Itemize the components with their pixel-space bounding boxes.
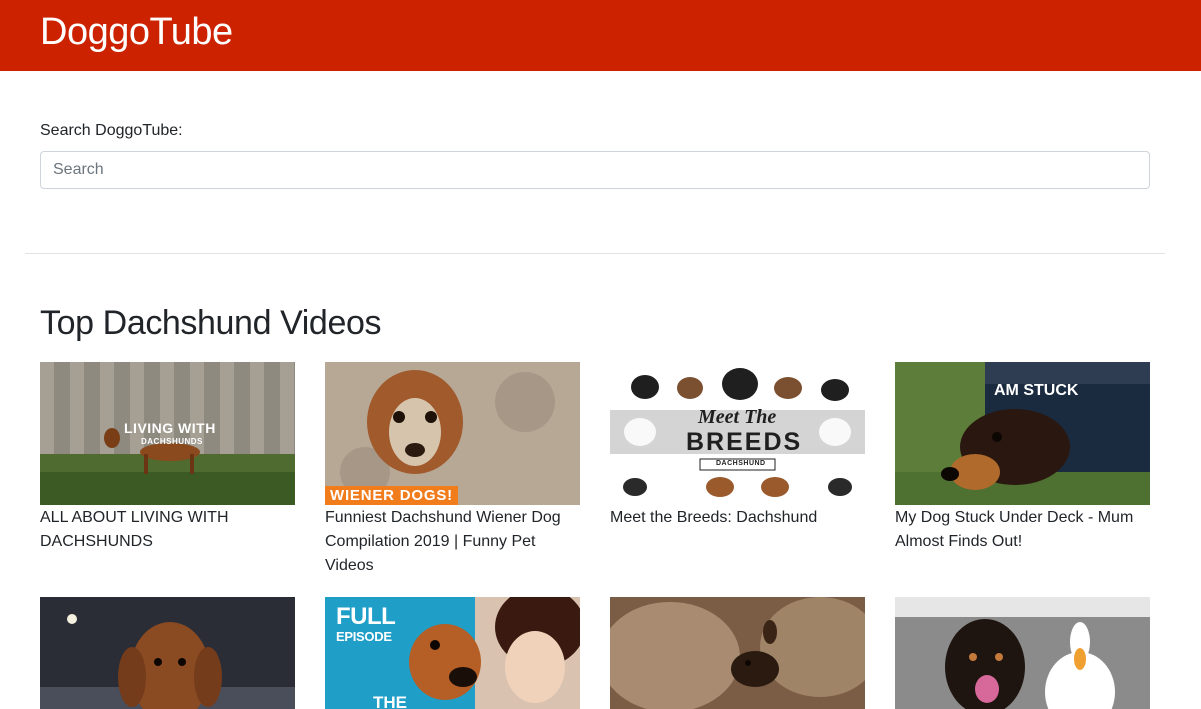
- thumbnail-overlay-subtext: DACHSHUNDS: [141, 437, 203, 446]
- video-grid: LIVING WITH DACHSHUNDS ALL ABOUT LIVING …: [40, 362, 1150, 709]
- video-card[interactable]: FULL EPISODE THE: [325, 597, 580, 709]
- video-thumbnail-image: [325, 362, 580, 505]
- video-thumbnail[interactable]: AM STUCK: [895, 362, 1150, 505]
- search-label: Search DoggoTube:: [40, 122, 183, 139]
- video-thumbnail[interactable]: Meet The BREEDS DACHSHUND: [610, 362, 865, 505]
- search-input[interactable]: [40, 151, 1150, 189]
- video-card[interactable]: [610, 597, 865, 709]
- video-card[interactable]: [895, 597, 1150, 709]
- video-card[interactable]: Meet The BREEDS DACHSHUND Meet the Breed…: [610, 362, 865, 530]
- video-title[interactable]: My Dog Stuck Under Deck - Mum Almost Fin…: [895, 506, 1150, 554]
- thumbnail-overlay-subtext: BREEDS: [686, 428, 803, 456]
- thumbnail-overlay-text: WIENER DOGS!: [325, 486, 458, 505]
- video-thumbnail[interactable]: [895, 597, 1150, 709]
- video-thumbnail[interactable]: [40, 597, 295, 709]
- thumbnail-overlay-caption: THE: [373, 693, 407, 709]
- video-thumbnail-image: [610, 597, 865, 709]
- video-card[interactable]: WIENER DOGS! Funniest Dachshund Wiener D…: [325, 362, 580, 578]
- brand-logo[interactable]: DoggoTube: [40, 11, 233, 54]
- video-title[interactable]: ALL ABOUT LIVING WITH DACHSHUNDS: [40, 506, 295, 554]
- video-card[interactable]: [40, 597, 295, 709]
- thumbnail-overlay-text: FULL: [336, 603, 396, 630]
- video-card[interactable]: LIVING WITH DACHSHUNDS ALL ABOUT LIVING …: [40, 362, 295, 554]
- thumbnail-overlay-caption: DACHSHUND: [716, 460, 766, 467]
- navbar: DoggoTube: [0, 0, 1201, 71]
- thumbnail-overlay-text: Meet The: [698, 406, 777, 428]
- video-thumbnail[interactable]: [610, 597, 865, 709]
- video-title[interactable]: Meet the Breeds: Dachshund: [610, 506, 865, 530]
- section-divider: [25, 253, 1165, 254]
- video-thumbnail[interactable]: WIENER DOGS!: [325, 362, 580, 505]
- section-title: Top Dachshund Videos: [40, 304, 382, 342]
- video-thumbnail[interactable]: LIVING WITH DACHSHUNDS: [40, 362, 295, 505]
- thumbnail-overlay-text: AM STUCK: [994, 382, 1079, 399]
- video-thumbnail-image: [40, 597, 295, 709]
- video-thumbnail-image: [895, 597, 1150, 709]
- video-title[interactable]: Funniest Dachshund Wiener Dog Compilatio…: [325, 506, 580, 578]
- video-card[interactable]: AM STUCK My Dog Stuck Under Deck - Mum A…: [895, 362, 1150, 554]
- thumbnail-overlay-text: LIVING WITH: [124, 420, 216, 436]
- thumbnail-overlay-subtext: EPISODE: [336, 629, 392, 644]
- video-thumbnail[interactable]: FULL EPISODE THE: [325, 597, 580, 709]
